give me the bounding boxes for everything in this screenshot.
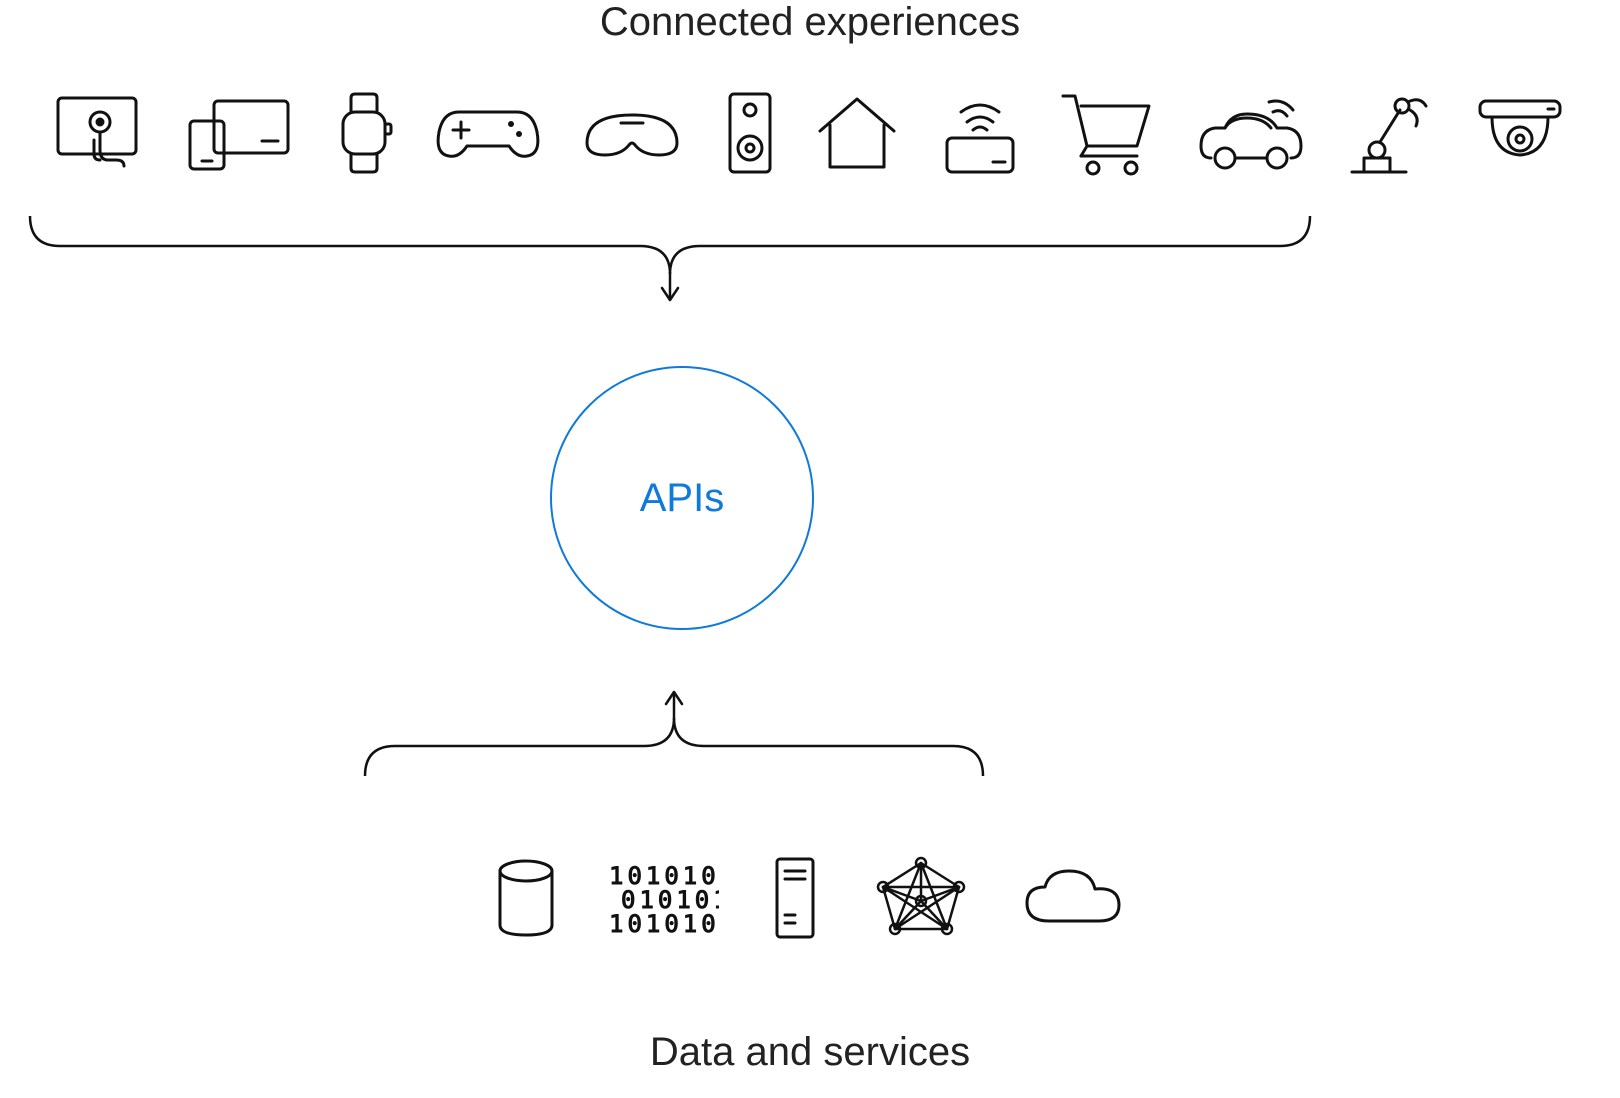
cloud-icon [1019, 863, 1129, 938]
home-icon [812, 91, 902, 180]
data-and-services-heading: Data and services [0, 1030, 1620, 1075]
apis-label: APIs [640, 476, 724, 521]
graph-network-icon [871, 853, 971, 948]
connected-experiences-heading: Connected experiences [0, 0, 1620, 45]
database-icon [491, 855, 561, 946]
top-brace-icon [20, 216, 1320, 306]
smartwatch-icon [329, 88, 399, 183]
contactless-card-icon [937, 88, 1023, 183]
security-camera-icon [1470, 93, 1570, 178]
shopping-cart-icon [1057, 88, 1157, 183]
apis-circle: APIs [550, 366, 814, 630]
bottom-icon-row: 101010 010101 101010 [0, 855, 1620, 945]
top-icon-row [50, 90, 1570, 180]
touch-tablet-icon [50, 88, 150, 183]
svg-text:101010: 101010 [609, 910, 719, 936]
robot-arm-icon [1346, 88, 1436, 183]
bottom-brace-icon [355, 686, 993, 776]
smart-speaker-icon [722, 88, 778, 183]
responsive-devices-icon [184, 93, 294, 178]
game-controller-icon [433, 98, 543, 173]
vr-headset-icon [577, 103, 687, 168]
binary-data-icon: 101010 010101 101010 [609, 860, 719, 941]
server-icon [767, 853, 823, 948]
connected-car-icon [1191, 88, 1311, 183]
